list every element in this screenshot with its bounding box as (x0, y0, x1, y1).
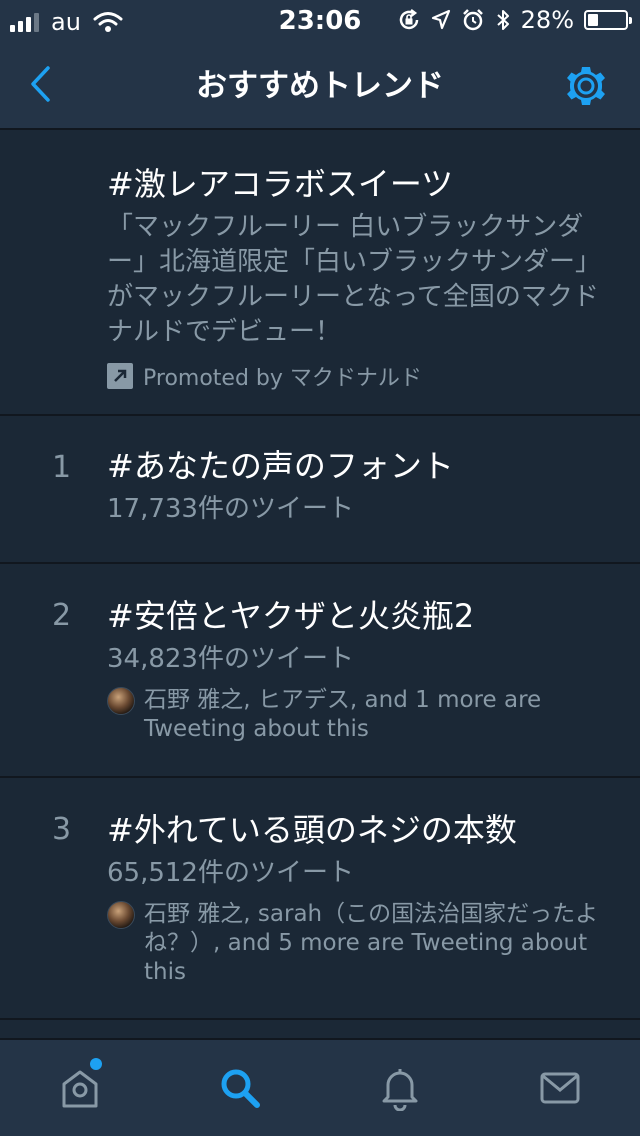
tab-notifications[interactable] (320, 1040, 480, 1136)
trend-description: 「マックフルーリー 白いブラックサンダー」北海道限定「白いブラックサンダー」がマ… (107, 212, 602, 347)
home-icon (62, 1070, 98, 1108)
trend-tweet-count: 34,823件のツイート (107, 644, 354, 674)
social-context: 石野 雅之, ヒアデス, and 1 more are Tweeting abo… (107, 686, 616, 744)
location-icon (431, 9, 450, 30)
nav-bar: おすすめトレンド (0, 40, 640, 128)
notification-dot (90, 1058, 102, 1070)
avatar (107, 687, 135, 715)
trend-title: #安倍とヤクザと火炎瓶2 (107, 597, 475, 635)
chevron-left-icon (31, 66, 50, 102)
trend-title: #激レアコラボスイーツ (107, 165, 454, 203)
gear-icon (567, 67, 605, 105)
promoted-arrow-icon (107, 363, 133, 389)
bluetooth-icon (496, 10, 509, 30)
social-context: 石野 雅之, sarah（この国法治国家だったよね？）, and 5 more … (107, 900, 616, 987)
trend-title: #外れている頭のネジの本数 (107, 811, 517, 849)
avatar (107, 901, 135, 929)
trend-body: #あなたの声のフォント 17,733件のツイート (107, 446, 616, 526)
trend-rank: 1 (52, 450, 72, 485)
trend-body: #安倍とヤクザと火炎瓶2 34,823件のツイート 石野 雅之, ヒアデス, a… (107, 596, 616, 744)
promoted-text: Promoted by マクドナルド (143, 366, 422, 391)
rotation-lock-icon (399, 9, 418, 30)
trend-item[interactable]: 2 #安倍とヤクザと火炎瓶2 34,823件のツイート 石野 雅之, ヒアデス,… (0, 564, 640, 778)
trend-body: #外れている頭のネジの本数 65,512件のツイート 石野 雅之, sarah（… (107, 810, 616, 987)
envelope-icon (540, 1072, 580, 1104)
tab-home[interactable] (0, 1040, 160, 1136)
status-right: 28% (397, 6, 632, 34)
back-button[interactable] (20, 62, 60, 106)
promoted-label: Promoted by マクドナルド (107, 360, 616, 392)
battery-icon (584, 10, 632, 30)
alarm-icon (462, 9, 483, 31)
trend-body: #激レアコラボスイーツ 「マックフルーリー 白いブラックサンダー」北海道限定「白… (107, 164, 616, 392)
trend-tweet-count: 65,512件のツイート (107, 858, 354, 888)
trend-tweet-count: 17,733件のツイート (107, 494, 354, 524)
trend-title: #あなたの声のフォント (107, 447, 454, 485)
trend-rank: 2 (52, 598, 72, 633)
trend-rank: 3 (52, 812, 72, 847)
trend-item[interactable]: 3 #外れている頭のネジの本数 65,512件のツイート 石野 雅之, sara… (0, 778, 640, 1020)
screen: au 23:06 28% おすすめトレンド #激レアコラボスイーツ 「マックフル… (0, 0, 640, 1136)
settings-button[interactable] (562, 62, 610, 110)
trend-item[interactable]: 1 #あなたの声のフォント 17,733件のツイート (0, 416, 640, 564)
search-icon (221, 1069, 260, 1108)
battery-percent: 28% (520, 6, 574, 34)
social-context-text: 石野 雅之, sarah（この国法治国家だったよね？）, and 5 more … (144, 901, 599, 985)
tab-messages[interactable] (480, 1040, 640, 1136)
top-bar: au 23:06 28% おすすめトレンド (0, 0, 640, 130)
trends-list: #激レアコラボスイーツ 「マックフルーリー 白いブラックサンダー」北海道限定「白… (0, 130, 640, 1020)
trend-item-promoted[interactable]: #激レアコラボスイーツ 「マックフルーリー 白いブラックサンダー」北海道限定「白… (0, 130, 640, 416)
tab-bar (0, 1038, 640, 1136)
social-context-text: 石野 雅之, ヒアデス, and 1 more are Tweeting abo… (144, 687, 542, 742)
tab-search[interactable] (160, 1040, 320, 1136)
bell-icon (382, 1069, 418, 1111)
page-title: おすすめトレンド (196, 68, 444, 104)
status-bar: au 23:06 28% (0, 0, 640, 40)
